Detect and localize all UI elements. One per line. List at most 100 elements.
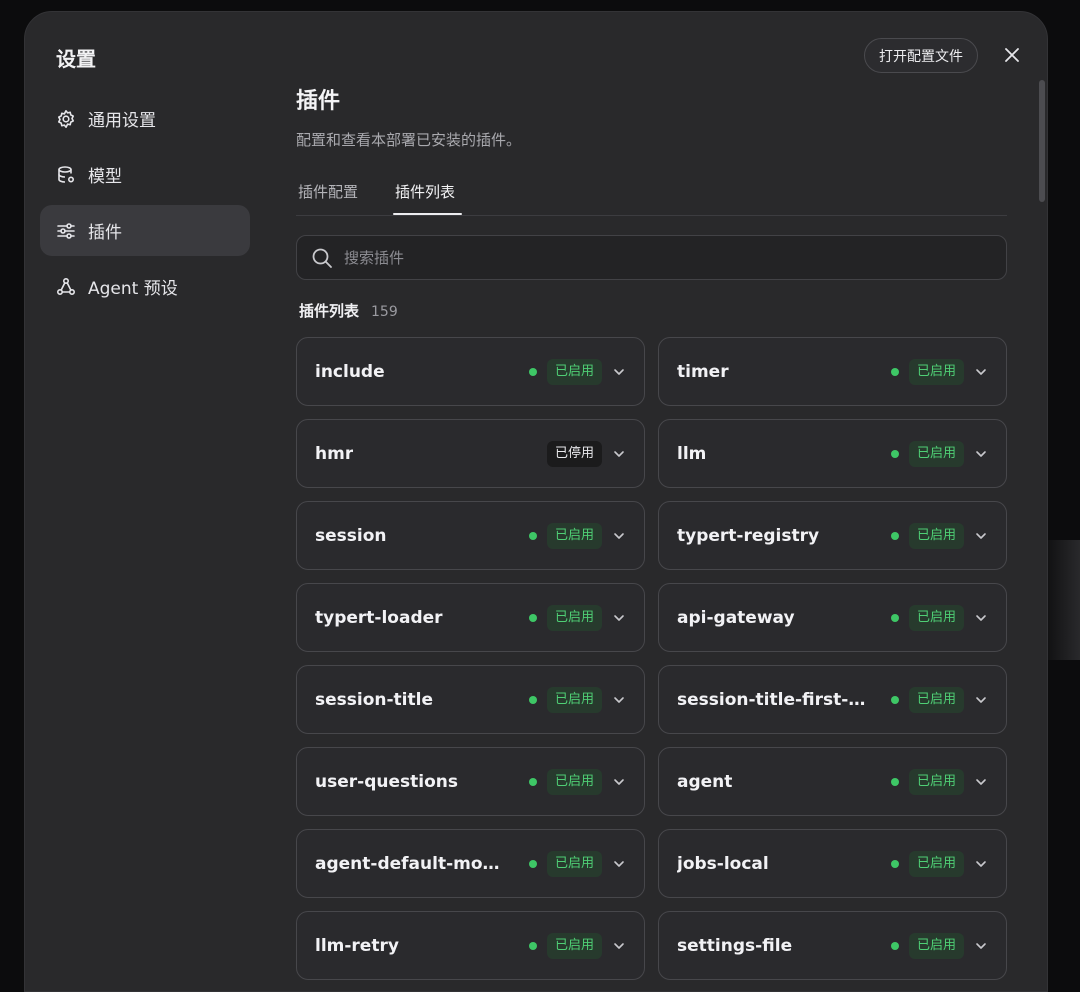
chevron-down-icon[interactable] [974,693,988,707]
chevron-down-icon[interactable] [612,857,626,871]
chevron-down-icon[interactable] [612,365,626,379]
status-badge: 已启用 [908,522,964,549]
plugin-name: typert-loader [315,607,443,628]
chevron-down-icon[interactable] [974,775,988,789]
plugin-status-group: 已启用 [890,502,988,569]
search-icon [311,247,333,269]
plugin-card[interactable]: hmr 已停用 [296,419,645,488]
search-input[interactable] [344,248,944,267]
plugin-count: 159 [371,304,398,320]
plugin-status-group: 已启用 [528,748,626,815]
status-badge: 已启用 [908,850,964,877]
sidebar-item-agent-presets[interactable]: Agent 预设 [40,261,250,312]
plugin-name: hmr [315,443,354,464]
status-dot [890,941,899,950]
chevron-down-icon[interactable] [974,365,988,379]
plugin-name: session-title-first-pr... [677,689,873,710]
plugin-list-header: 插件列表 159 [299,300,398,321]
chevron-down-icon[interactable] [612,939,626,953]
plugin-card[interactable]: llm 已启用 [658,419,1007,488]
plugin-card[interactable]: api-gateway 已启用 [658,583,1007,652]
plugin-name: session-title [315,689,433,710]
plugin-name: settings-file [677,935,793,956]
status-dot [528,531,537,540]
plugin-grid: include 已启用 timer 已启用 hmr 已停用 llm 已启用 session 已启用… [296,337,1007,980]
sidebar-nav: 通用设置 模型 插件 Agent 预设 [40,93,250,317]
status-dot [890,449,899,458]
sidebar-item-label: 模型 [88,167,122,187]
search-box[interactable] [296,235,1007,280]
plugin-name: typert-registry [677,525,820,546]
page-description: 配置和查看本部署已安装的插件。 [296,131,522,149]
plugin-card[interactable]: session-title 已启用 [296,665,645,734]
chevron-down-icon[interactable] [612,529,626,543]
sidebar-item-label: Agent 预设 [88,279,178,299]
status-badge: 已启用 [908,440,964,467]
chevron-down-icon[interactable] [974,611,988,625]
plugin-name: agent [677,771,733,792]
scrollbar-thumb[interactable] [1039,80,1045,202]
status-badge: 已启用 [908,358,964,385]
plugin-card[interactable]: settings-file 已启用 [658,911,1007,980]
chevron-down-icon[interactable] [612,447,626,461]
active-tab-indicator [393,213,462,215]
plugin-status-group: 已启用 [528,830,626,897]
status-badge: 已启用 [546,850,602,877]
database-gear-icon [56,165,76,185]
status-dot [528,777,537,786]
plugin-card[interactable]: jobs-local 已启用 [658,829,1007,898]
sidebar-item-label: 通用设置 [88,111,156,131]
chevron-down-icon[interactable] [612,611,626,625]
status-dot [890,777,899,786]
dialog-title: 设置 [56,47,96,71]
sliders-icon [56,221,76,241]
plugin-card[interactable]: session 已启用 [296,501,645,570]
sidebar-item-models[interactable]: 模型 [40,149,250,200]
plugin-card[interactable]: llm-retry 已启用 [296,911,645,980]
status-dot [890,613,899,622]
plugin-card[interactable]: user-questions 已启用 [296,747,645,816]
plugin-list-title: 插件列表 [299,302,360,320]
sidebar: 设置 通用设置 模型 插件 Agent 预设 [25,12,265,991]
chevron-down-icon[interactable] [612,693,626,707]
chevron-down-icon[interactable] [974,939,988,953]
chevron-down-icon[interactable] [612,775,626,789]
plugin-status-group: 已启用 [890,666,988,733]
status-dot [528,367,537,376]
tab-plugin-config[interactable]: 插件配置 [298,181,358,202]
status-badge: 已启用 [908,686,964,713]
plugin-name: user-questions [315,771,458,792]
status-badge: 已启用 [546,686,602,713]
plugin-card[interactable]: typert-loader 已启用 [296,583,645,652]
plugin-name: llm-retry [315,935,399,956]
sidebar-item-general[interactable]: 通用设置 [40,93,250,144]
plugin-card[interactable]: timer 已启用 [658,337,1007,406]
sidebar-item-plugins[interactable]: 插件 [40,205,250,256]
plugin-card[interactable]: session-title-first-pr... 已启用 [658,665,1007,734]
plugin-card[interactable]: typert-registry 已启用 [658,501,1007,570]
plugin-name: llm [677,443,707,464]
plugin-card[interactable]: agent-default-model 已启用 [296,829,645,898]
plugin-name: timer [677,361,729,382]
plugin-name: api-gateway [677,607,795,628]
status-dot [890,859,899,868]
status-dot [890,695,899,704]
plugin-status-group: 已停用 [546,420,626,487]
status-badge: 已启用 [546,358,602,385]
status-badge: 已停用 [546,440,602,467]
status-dot [528,859,537,868]
plugin-card[interactable]: agent 已启用 [658,747,1007,816]
main-panel: 插件 配置和查看本部署已安装的插件。 插件配置 插件列表 插件列表 159 in… [296,12,1007,991]
tab-plugin-list[interactable]: 插件列表 [395,181,455,202]
plugin-card[interactable]: include 已启用 [296,337,645,406]
plugin-status-group: 已启用 [890,748,988,815]
sidebar-item-label: 插件 [88,223,122,243]
status-dot [528,941,537,950]
page-title: 插件 [296,89,341,114]
chevron-down-icon[interactable] [974,857,988,871]
chevron-down-icon[interactable] [974,447,988,461]
plugin-status-group: 已启用 [890,338,988,405]
chevron-down-icon[interactable] [974,529,988,543]
plugin-status-group: 已启用 [890,584,988,651]
tab-bar: 插件配置 插件列表 [296,172,1007,216]
